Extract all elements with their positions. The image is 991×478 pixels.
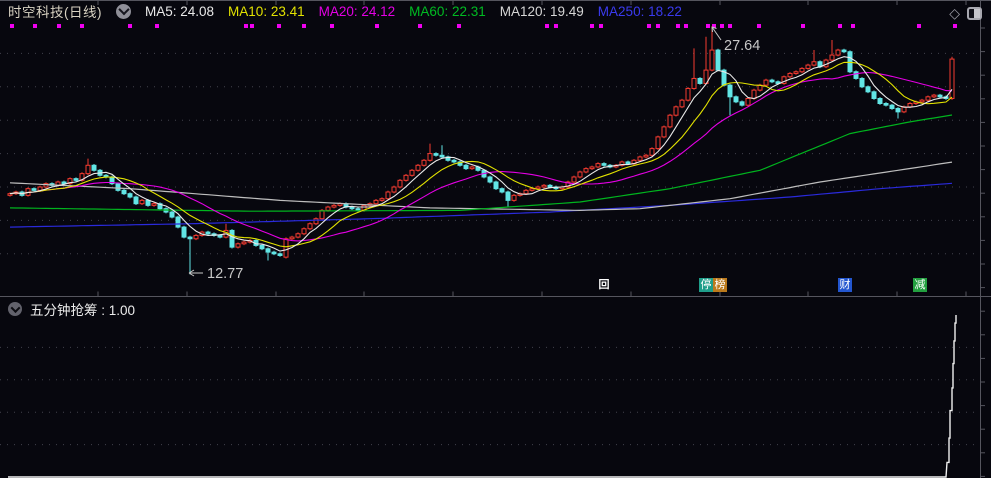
sub-panel-header: 五分钟抢筹 : 1.00 <box>8 301 136 318</box>
stock-title: 时空科技(日线) <box>8 5 102 20</box>
event-badge[interactable]: 回 <box>597 278 611 292</box>
event-badge[interactable]: 榜 <box>713 278 727 292</box>
main-chart-header: 时空科技(日线) MA5: 24.08 MA10: 23.41 MA20: 24.1… <box>8 2 682 20</box>
ma-label: MA5: 24.08 <box>145 3 215 19</box>
chevron-down-icon[interactable] <box>8 302 22 316</box>
event-badge[interactable]: 减 <box>913 278 927 292</box>
ma-label: MA250: 18.22 <box>597 3 682 19</box>
ma-label: MA60: 22.31 <box>409 3 486 19</box>
event-badge[interactable]: 财 <box>838 278 852 292</box>
chevron-down-icon[interactable] <box>116 3 131 19</box>
sub-indicator-title: 五分钟抢筹 : 1.00 <box>30 303 136 318</box>
ma-label: MA120: 19.49 <box>499 3 584 19</box>
panel-toggle-icon[interactable] <box>967 6 982 20</box>
diamond-icon[interactable]: ◇ <box>949 6 960 20</box>
event-badge[interactable]: 停 <box>699 278 713 292</box>
ma-values-row: MA5: 24.08 MA10: 23.41 MA20: 24.12 MA60: 22… <box>145 4 682 19</box>
header-tools: ◇ <box>949 6 982 20</box>
ma-label: MA10: 23.41 <box>228 3 305 19</box>
svg-text:12.77: 12.77 <box>207 266 243 282</box>
tdx-chart-window: 27.64 12.77 时空科技(日线) MA5: 24.08 MA10: 23.4… <box>0 0 991 478</box>
ma-label: MA20: 24.12 <box>318 3 396 19</box>
svg-text:27.64: 27.64 <box>724 38 760 54</box>
chart-canvas[interactable]: 27.64 12.77 <box>0 0 991 478</box>
